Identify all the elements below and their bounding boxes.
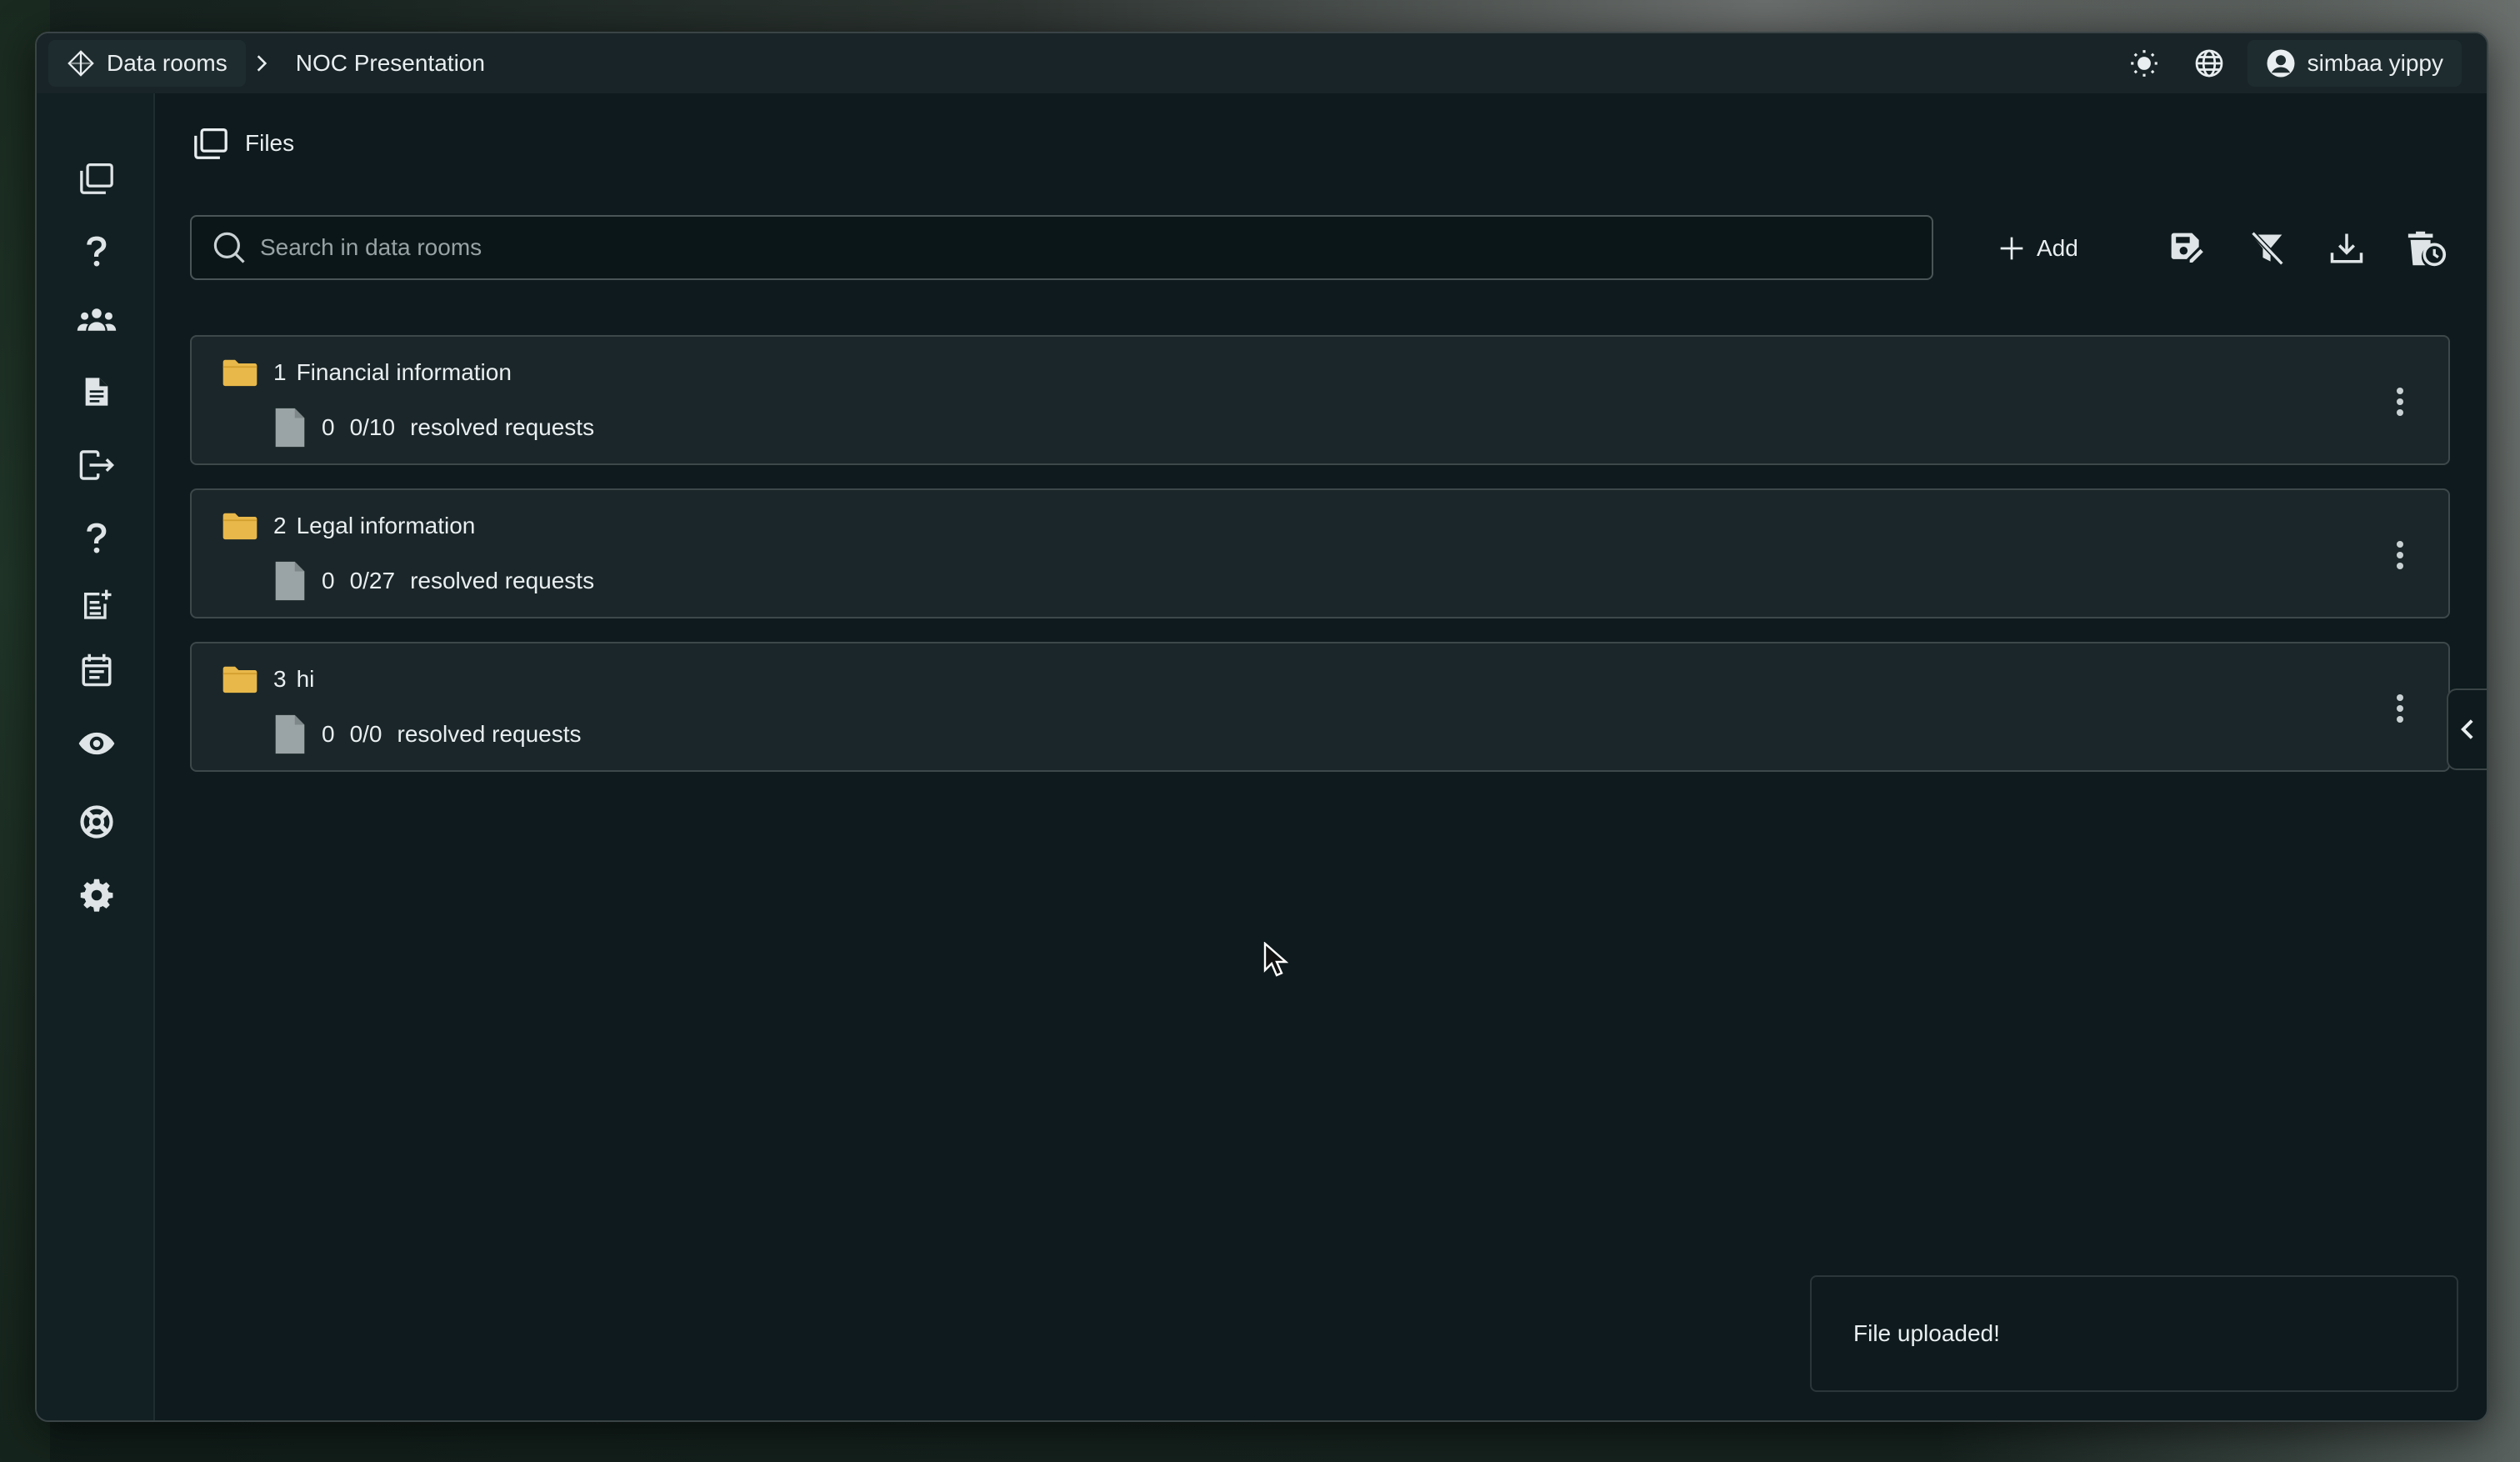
data-room-name: hi	[296, 666, 315, 692]
clear-filter-icon	[2251, 231, 2284, 266]
folder-icon	[222, 513, 258, 540]
data-room-index: 2	[273, 513, 287, 538]
add-button-label: Add	[2037, 235, 2078, 261]
data-room-header: 3 hi	[222, 665, 314, 693]
kebab-icon	[2397, 694, 2403, 723]
users-icon	[77, 308, 117, 331]
request-add-icon	[84, 589, 112, 619]
request-status: resolved requests	[410, 568, 595, 593]
file-icon	[275, 408, 305, 448]
sidebar-item-files[interactable]	[73, 155, 120, 202]
sidebar-item-settings[interactable]	[73, 872, 120, 919]
top-right-actions: simbaa yippy	[2118, 40, 2462, 87]
user-name: simbaa yippy	[2307, 50, 2443, 76]
data-room-stats: 0 0/27 resolved requests	[273, 560, 594, 602]
sun-icon	[2130, 50, 2158, 77]
download-icon	[2330, 233, 2363, 263]
data-room-header: 1 Financial information	[222, 358, 512, 387]
sidebar-item-faq[interactable]	[73, 515, 120, 562]
sidebar-item-support[interactable]	[73, 799, 120, 845]
data-room-header: 2 Legal information	[222, 512, 475, 540]
globe-icon	[2195, 49, 2222, 78]
trash-clock-icon	[2408, 231, 2447, 267]
data-room-menu-button[interactable]	[2383, 538, 2417, 572]
request-progress: 0/10	[349, 414, 396, 440]
breadcrumb-current-label: NOC Presentation	[295, 50, 485, 76]
plus-icon	[2000, 237, 2023, 260]
data-room-menu-button[interactable]	[2383, 385, 2417, 418]
side-panel-toggle[interactable]	[2447, 688, 2487, 770]
add-button[interactable]: Add	[1980, 222, 2097, 275]
sidebar-item-calendar[interactable]	[73, 647, 120, 693]
mouse-cursor-icon	[1263, 942, 1288, 977]
page-title: Files	[245, 130, 295, 156]
data-room-card[interactable]: 1 Financial information 0 0/10 resolved …	[190, 335, 2450, 465]
file-count: 0	[322, 414, 335, 440]
breadcrumb-root-label: Data rooms	[107, 50, 228, 76]
question-icon	[87, 236, 107, 267]
folder-icon	[222, 359, 258, 387]
request-progress: 0/27	[349, 568, 396, 593]
data-room-card[interactable]: 2 Legal information 0 0/27 resolved requ…	[190, 488, 2450, 618]
app-window: Data rooms NOC Presentation simbaa yippy	[35, 32, 2488, 1422]
folder-icon	[222, 666, 258, 693]
sidebar-item-requests[interactable]	[73, 582, 120, 628]
export-icon	[79, 450, 115, 480]
file-count: 0	[322, 568, 335, 593]
lifebuoy-icon	[80, 805, 113, 839]
search-icon	[213, 232, 245, 263]
save-edit-icon	[2171, 233, 2203, 263]
data-room-card[interactable]: 3 hi 0 0/0 resolved requests	[190, 642, 2450, 772]
data-room-name: Legal information	[296, 513, 476, 538]
sidebar-item-export[interactable]	[73, 442, 120, 488]
eye-icon	[78, 732, 115, 755]
sidebar-item-users[interactable]	[73, 297, 120, 343]
data-rooms-icon	[68, 50, 94, 77]
breadcrumb-current[interactable]: NOC Presentation	[278, 40, 503, 87]
sidebar-item-help[interactable]	[73, 228, 120, 275]
data-room-index: 3	[273, 666, 287, 692]
toast-notification: File uploaded!	[1810, 1275, 2458, 1392]
files-icon	[194, 128, 228, 159]
download-button[interactable]	[2320, 222, 2373, 275]
user-menu-button[interactable]: simbaa yippy	[2247, 40, 2462, 87]
language-button[interactable]	[2182, 40, 2236, 87]
sidebar	[37, 93, 155, 1420]
request-progress: 0/0	[349, 721, 382, 747]
request-status: resolved requests	[397, 721, 582, 747]
data-room-name: Financial information	[296, 359, 512, 385]
file-count: 0	[322, 721, 335, 747]
search-box[interactable]	[190, 215, 1933, 280]
files-icon	[80, 163, 113, 194]
document-icon	[85, 378, 108, 406]
question-icon	[87, 523, 107, 553]
data-room-index: 1	[273, 359, 287, 385]
file-icon	[275, 714, 305, 754]
chevron-right-icon	[257, 55, 267, 72]
user-circle-icon	[2267, 49, 2295, 78]
gear-icon	[80, 879, 113, 912]
clear-filter-button[interactable]	[2240, 222, 2293, 275]
trash-history-button[interactable]	[2400, 222, 2453, 275]
breadcrumb-separator	[251, 53, 272, 74]
file-icon	[275, 561, 305, 601]
data-room-stats: 0 0/10 resolved requests	[273, 407, 594, 448]
chevron-left-icon	[2461, 719, 2473, 739]
main-content: Files Add 1 Financial information	[155, 93, 2487, 1420]
theme-toggle-button[interactable]	[2118, 40, 2171, 87]
top-bar: Data rooms NOC Presentation simbaa yippy	[37, 33, 2487, 93]
data-room-menu-button[interactable]	[2383, 692, 2417, 725]
page-header: Files	[192, 127, 294, 160]
sidebar-item-documents[interactable]	[73, 368, 120, 415]
toast-message: File uploaded!	[1853, 1320, 2000, 1346]
search-input[interactable]	[258, 233, 1845, 262]
kebab-icon	[2397, 388, 2403, 416]
calendar-icon	[82, 653, 112, 687]
save-edit-button[interactable]	[2160, 222, 2213, 275]
breadcrumb-data-rooms[interactable]: Data rooms	[48, 40, 246, 87]
sidebar-item-views[interactable]	[73, 720, 120, 767]
data-room-stats: 0 0/0 resolved requests	[273, 713, 582, 755]
kebab-icon	[2397, 541, 2403, 569]
request-status: resolved requests	[410, 414, 595, 440]
